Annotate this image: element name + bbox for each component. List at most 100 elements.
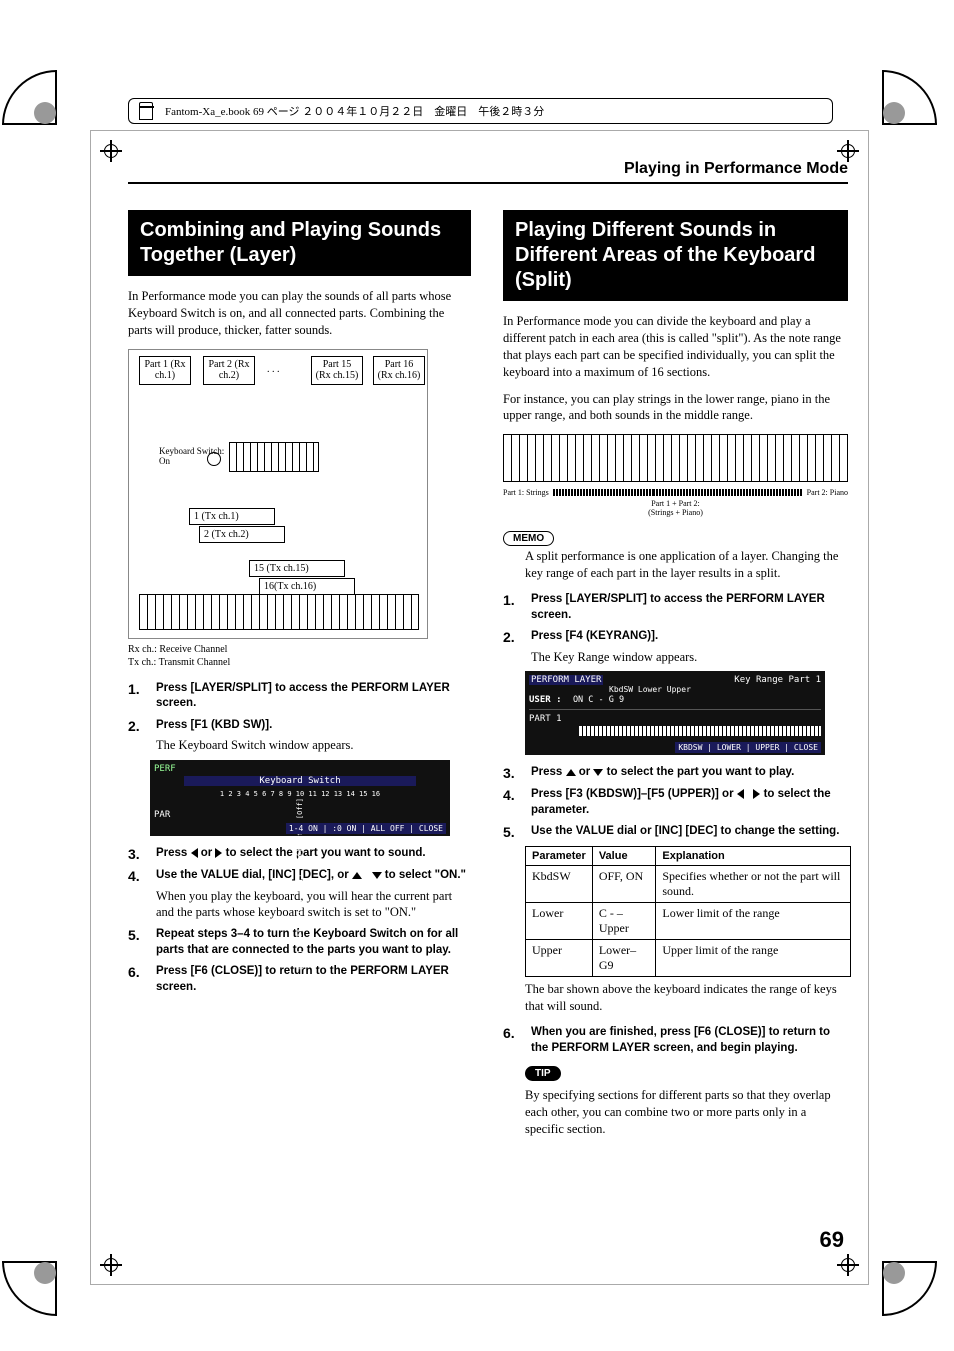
screenshot-buttons: 1-4 ON | :0 ON | ALL OFF | CLOSE: [286, 823, 446, 834]
page-number: 69: [820, 1227, 844, 1253]
scr-vals: ON C - G 9: [573, 695, 624, 705]
scr-row: KbdSW Lower Upper: [609, 685, 691, 694]
rx-channel-label: Rx ch.: Receive Channel: [128, 643, 471, 656]
table-cell: Upper: [526, 940, 593, 977]
step: 1. Press [LAYER/SPLIT] to access the PER…: [503, 592, 848, 623]
scr-user: USER :: [529, 695, 562, 705]
scr-mini-keyboard-icon: [579, 726, 821, 736]
print-corner-tl: [2, 70, 72, 140]
print-corner-tr: [882, 70, 952, 140]
parameter-table: Parameter Value Explanation KbdSW OFF, O…: [525, 846, 851, 977]
layer-intro: In Performance mode you can play the sou…: [128, 288, 471, 339]
page-header: Playing in Performance Mode: [128, 160, 848, 184]
book-icon: [139, 102, 153, 120]
table-cell: Lower: [526, 903, 593, 940]
split-part1-label: Part 1: Strings: [503, 488, 549, 497]
step-text: Press [F3 (KBDSW)]–[F5 (UPPER)] or to se…: [531, 787, 848, 818]
step-number: 3.: [503, 765, 521, 781]
book-header-text: Fantom-Xa_e.book 69 ページ ２００４年１０月２２日 金曜日 …: [165, 103, 544, 119]
part-box: Part 15 (Rx ch.15): [311, 356, 363, 385]
step-number: 1.: [128, 681, 146, 697]
table-header: Value: [592, 847, 656, 866]
part-box: Part 1 (Rx ch.1): [139, 356, 191, 385]
step-text: Press [LAYER/SPLIT] to access the PERFOR…: [156, 681, 471, 712]
split-part2-label: Part 2: Piano: [807, 488, 848, 497]
step-number: 5.: [128, 927, 146, 943]
step: 2. Press [F1 (KBD SW)]. The Keyboard Swi…: [128, 718, 471, 754]
table-header: Parameter: [526, 847, 593, 866]
step-text: Press [F4 (KEYRANG)].: [531, 629, 697, 645]
split-range-bar: [553, 489, 803, 496]
channel-labels: Rx ch.: Receive Channel Tx ch.: Transmit…: [128, 643, 471, 669]
step-number: 6.: [128, 964, 146, 980]
table-cell: OFF, ON: [592, 866, 656, 903]
table-row: Parameter Value Explanation: [526, 847, 851, 866]
step-text: Press or to select the part you want to …: [531, 765, 794, 781]
step: 5. Use the VALUE dial or [INC] [DEC] to …: [503, 824, 848, 840]
step-number: 2.: [503, 629, 521, 645]
step-text-pre: Press: [531, 766, 566, 778]
split-intro-1: In Performance mode you can divide the k…: [503, 313, 848, 381]
screenshot-part: PAR: [154, 810, 170, 820]
split-legend: Part 1: Strings Part 2: Piano: [503, 488, 848, 497]
scr-buttons: KBDSW | LOWER | UPPER | CLOSE: [675, 742, 821, 753]
print-corner-br: [882, 1261, 952, 1331]
step: 1. Press [LAYER/SPLIT] to access the PER…: [128, 681, 471, 712]
page-title: Playing in Performance Mode: [624, 160, 848, 178]
layer-diagram: Part 1 (Rx ch.1) Part 2 (Rx ch.2) . . . …: [128, 349, 428, 639]
step: 3. Press or to select the part you want …: [503, 765, 848, 781]
book-header-bar: Fantom-Xa_e.book 69 ページ ２００４年１０月２２日 金曜日 …: [128, 98, 833, 124]
arrow-left-icon: [737, 789, 744, 799]
tx-box: 16(Tx ch.16): [259, 578, 355, 596]
arrow-right-icon: [753, 789, 760, 799]
step-body: The Keyboard Switch window appears.: [156, 737, 354, 754]
tx-box: 15 (Tx ch.15): [249, 560, 345, 578]
tip-body: By specifying sections for different par…: [525, 1087, 848, 1138]
step-text: Press [LAYER/SPLIT] to access the PERFOR…: [531, 592, 848, 623]
step-text: Use the VALUE dial or [INC] [DEC] to cha…: [531, 824, 839, 840]
arrow-up-icon: [566, 769, 576, 776]
screenshot-title: Keyboard Switch: [184, 776, 416, 786]
step-number: 6.: [503, 1025, 521, 1041]
key-range-screenshot: PERFORM LAYER Key Range Part 1 KbdSW Low…: [525, 671, 825, 755]
scr-sub: Key Range Part 1: [734, 675, 821, 685]
large-keyboard-icon: [139, 594, 419, 630]
step-number: 4.: [128, 868, 146, 884]
tx-box: 1 (Tx ch.1): [189, 508, 275, 526]
split-intro-2: For instance, you can play strings in th…: [503, 391, 848, 425]
tx-channel-label: Tx ch.: Transmit Channel: [128, 656, 471, 669]
diagram-dots: . . .: [267, 364, 280, 375]
step-number: 2.: [128, 718, 146, 734]
table-cell: Lower limit of the range: [656, 903, 851, 940]
tx-box: 2 (Tx ch.2): [199, 526, 285, 544]
mini-keyboard-icon: [229, 442, 319, 472]
full-keyboard-icon: [503, 434, 848, 482]
step-text-pre: Press [F3 (KBDSW)]–[F5 (UPPER)] or: [531, 788, 737, 800]
memo-body: A split performance is one application o…: [525, 548, 848, 582]
split-mid-label: Part 1 + Part 2: (Strings + Piano): [503, 499, 848, 517]
table-header: Explanation: [656, 847, 851, 866]
table-cell: Specifies whether or not the part will s…: [656, 866, 851, 903]
step-number: 4.: [503, 787, 521, 803]
step-number: 5.: [503, 824, 521, 840]
step-number: 1.: [503, 592, 521, 608]
table-cell: Lower–G9: [592, 940, 656, 977]
step-text: Press [F1 (KBD SW)].: [156, 718, 354, 734]
memo-badge: MEMO: [503, 531, 554, 546]
step: 6. When you are finished, press [F6 (CLO…: [503, 1025, 848, 1056]
table-cell: Upper limit of the range: [656, 940, 851, 977]
tip-badge: TIP: [525, 1066, 561, 1081]
kbdsw-node-icon: [207, 452, 221, 466]
section-title-split: Playing Different Sounds in Different Ar…: [503, 210, 848, 301]
step-text: When you are finished, press [F6 (CLOSE)…: [531, 1025, 848, 1056]
after-table-text: The bar shown above the keyboard indicat…: [525, 981, 848, 1015]
step-text-post: to select the part you want to play.: [607, 766, 795, 778]
print-corner-bl: [2, 1261, 72, 1331]
step-number: 3.: [128, 846, 146, 862]
screenshot-corner: PERF: [154, 764, 176, 774]
table-row: KbdSW OFF, ON Specifies whether or not t…: [526, 866, 851, 903]
scr-part: PART 1: [529, 714, 562, 724]
table-row: Lower C - –Upper Lower limit of the rang…: [526, 903, 851, 940]
keyboard-switch-screenshot: PERF Keyboard Switch PAR 1 2 3 4 5 6 7 8…: [150, 760, 450, 836]
step-body: The Key Range window appears.: [531, 649, 697, 666]
